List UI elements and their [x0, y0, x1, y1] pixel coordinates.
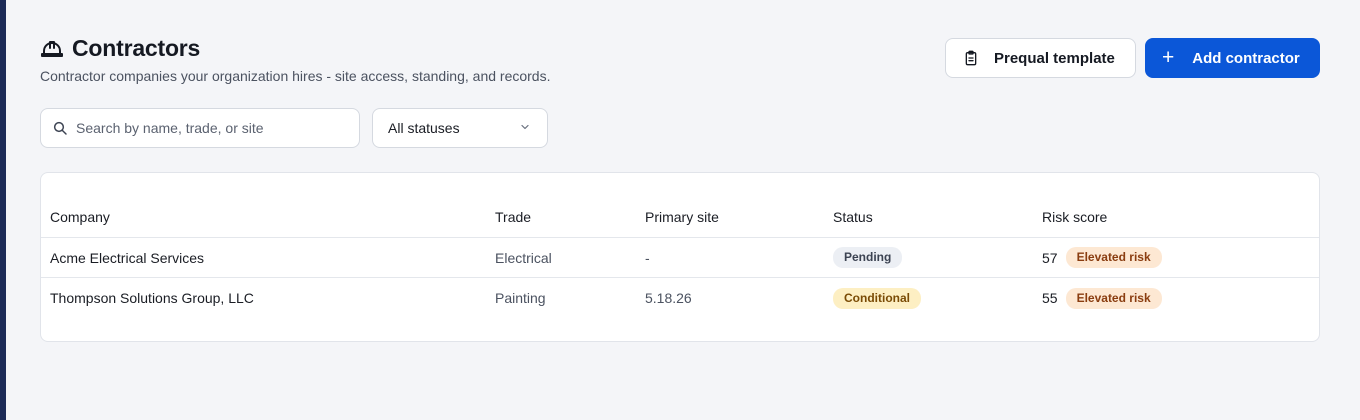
table-row[interactable]: Thompson Solutions Group, LLC Painting 5…	[41, 278, 1319, 318]
add-contractor-label: Add contractor	[1192, 49, 1300, 67]
primary-site: 5.18.26	[645, 290, 692, 306]
clipboard-icon	[963, 50, 979, 66]
risk-cell: 55 Elevated risk	[1042, 287, 1312, 309]
company-name[interactable]: Acme Electrical Services	[41, 250, 495, 266]
column-header-trade[interactable]: Trade	[495, 209, 645, 225]
trade: Painting	[495, 290, 546, 306]
sidebar-edge	[0, 0, 6, 420]
status-badge: Pending	[833, 247, 903, 268]
status-filter-select[interactable]: All statuses	[372, 108, 548, 148]
column-header-primary-site[interactable]: Primary site	[645, 209, 833, 225]
contractors-page: Contractors Contractor companies your or…	[40, 0, 1320, 420]
prequal-template-button[interactable]: Prequal template	[945, 38, 1136, 78]
page-title: Contractors	[72, 34, 201, 61]
table-row[interactable]: Acme Electrical Services Electrical - Pe…	[41, 238, 1319, 278]
status-cell: Conditional	[833, 287, 1042, 309]
chevron-down-icon	[519, 120, 531, 136]
hard-hat-icon	[40, 36, 64, 60]
column-header-company[interactable]: Company	[41, 209, 495, 225]
column-header-risk-score[interactable]: Risk score	[1042, 209, 1312, 225]
contractors-table-card: Company Trade Primary site Status Risk s…	[40, 172, 1320, 342]
contractors-table: Company Trade Primary site Status Risk s…	[41, 197, 1319, 318]
column-header-status[interactable]: Status	[833, 209, 1042, 225]
filter-bar: All statuses	[40, 108, 548, 148]
risk-score: 55	[1042, 290, 1058, 306]
risk-badge: Elevated risk	[1065, 247, 1162, 268]
page-header: Contractors Contractor companies your or…	[40, 34, 1320, 84]
plus-icon: +	[1162, 45, 1175, 69]
trade: Electrical	[495, 249, 552, 266]
search-icon	[52, 120, 68, 136]
risk-score: 57	[1042, 249, 1058, 266]
status-filter-value: All statuses	[388, 120, 460, 136]
table-header-row: Company Trade Primary site Status Risk s…	[41, 197, 1319, 238]
search-input[interactable]	[76, 120, 336, 136]
status-cell: Pending	[833, 247, 1042, 268]
search-box[interactable]	[40, 108, 360, 148]
prequal-template-label: Prequal template	[994, 49, 1115, 67]
primary-site: -	[645, 249, 650, 266]
company-name[interactable]: Thompson Solutions Group, LLC	[41, 290, 495, 306]
add-contractor-button[interactable]: + Add contractor	[1145, 38, 1320, 78]
risk-badge: Elevated risk	[1065, 287, 1162, 309]
status-badge: Conditional	[833, 287, 921, 309]
risk-cell: 57 Elevated risk	[1042, 247, 1312, 268]
header-actions: Prequal template + Add contractor	[945, 38, 1320, 78]
